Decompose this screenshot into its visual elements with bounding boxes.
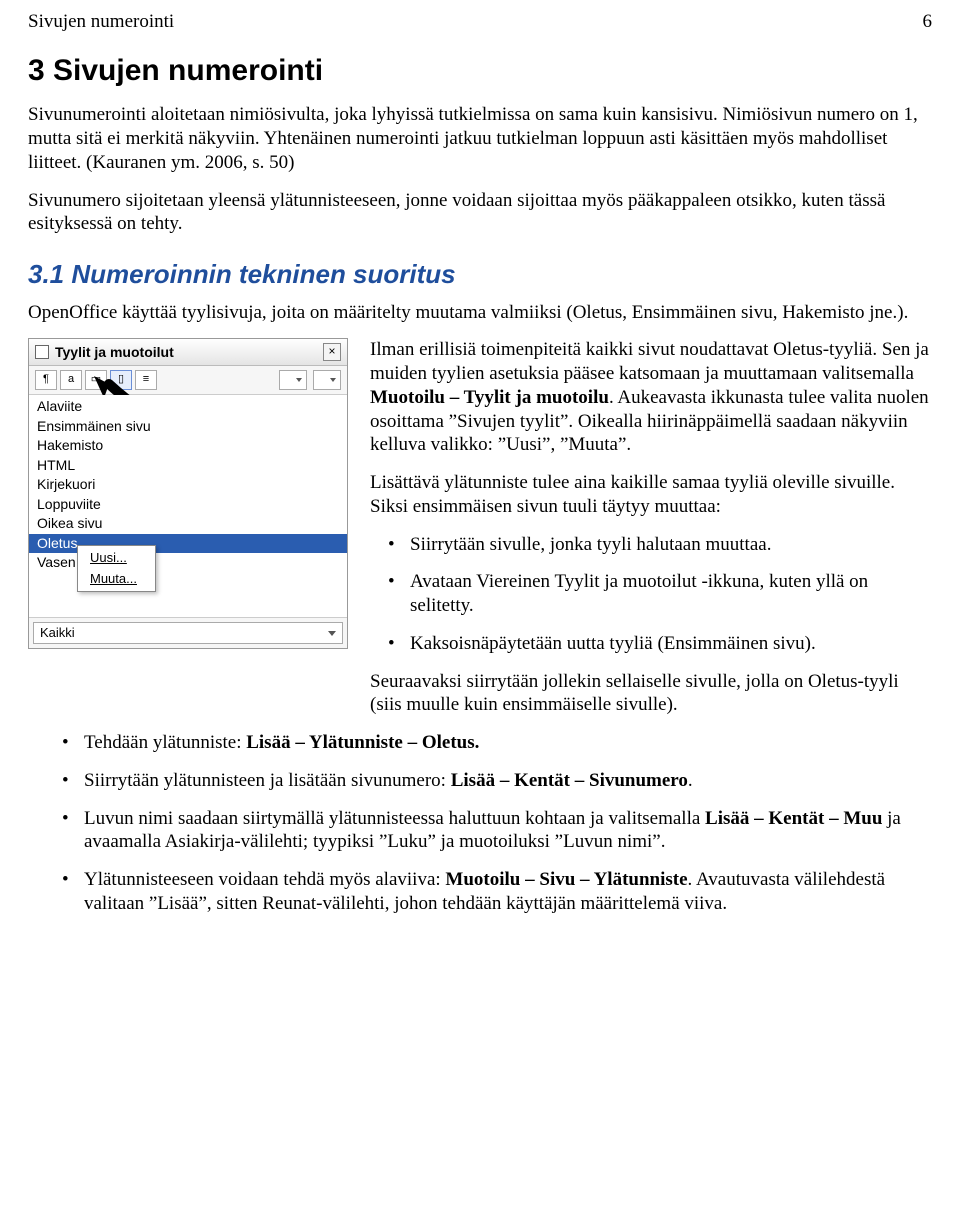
palette-title: Tyylit ja muotoilut bbox=[55, 344, 174, 362]
char-styles-icon[interactable]: a bbox=[60, 370, 82, 390]
list-item: Ylätunnisteeseen voidaan tehdä myös alav… bbox=[84, 868, 932, 916]
body-paragraph: Lisättävä ylätunniste tulee aina kaikill… bbox=[370, 471, 932, 519]
filter-select-value: Kaikki bbox=[40, 625, 75, 641]
heading-1: 3 Sivujen numerointi bbox=[28, 52, 932, 90]
header-section: Sivujen numerointi bbox=[28, 10, 174, 34]
styles-palette-figure: Tyylit ja muotoilut × ¶ a ▭ ▯ ≡ Alaviite bbox=[28, 338, 348, 649]
list-item[interactable]: Kirjekuori bbox=[29, 475, 347, 495]
page-header: Sivujen numerointi 6 bbox=[28, 10, 932, 34]
close-icon[interactable]: × bbox=[323, 343, 341, 361]
body-paragraph: Seuraavaksi siirrytään jollekin sellaise… bbox=[370, 670, 932, 718]
menu-item-modify[interactable]: Muuta... bbox=[78, 569, 155, 589]
pin-icon bbox=[35, 345, 49, 359]
list-item: Luvun nimi saadaan siirtymällä ylätunnis… bbox=[84, 807, 932, 855]
body-paragraph: Sivunumero sijoitetaan yleensä ylätunnis… bbox=[28, 189, 932, 237]
palette-footer: Kaikki bbox=[29, 617, 347, 648]
frame-styles-icon[interactable]: ▭ bbox=[85, 370, 107, 390]
menu-item-new[interactable]: Uusi... bbox=[78, 548, 155, 568]
filter-select[interactable]: Kaikki bbox=[33, 622, 343, 644]
bold-menu-path: Muotoilu – Sivu – Ylätunniste bbox=[445, 869, 687, 890]
palette-toolbar: ¶ a ▭ ▯ ≡ bbox=[29, 366, 347, 395]
list-item[interactable]: Oikea sivu bbox=[29, 514, 347, 534]
style-list: Alaviite Ensimmäinen sivu Hakemisto HTML… bbox=[29, 395, 347, 617]
list-item[interactable]: Alaviite bbox=[29, 397, 347, 417]
list-item: Avataan Viereinen Tyylit ja muotoilut -i… bbox=[410, 570, 932, 618]
list-item: Siirrytään sivulle, jonka tyyli halutaan… bbox=[410, 533, 932, 557]
heading-2: 3.1 Numeroinnin tekninen suoritus bbox=[28, 258, 932, 291]
body-paragraph: Ilman erillisiä toimenpiteitä kaikki siv… bbox=[370, 338, 932, 457]
new-style-dropdown-icon[interactable] bbox=[313, 370, 341, 390]
page-styles-icon[interactable]: ▯ bbox=[110, 370, 132, 390]
fill-format-icon[interactable] bbox=[279, 370, 307, 390]
list-item: Siirrytään ylätunnisteen ja lisätään siv… bbox=[84, 769, 932, 793]
list-item[interactable]: Hakemisto bbox=[29, 436, 347, 456]
list-item[interactable]: Loppuviite bbox=[29, 495, 347, 515]
list-item[interactable]: HTML bbox=[29, 456, 347, 476]
bold-menu-path: Lisää – Kentät – Sivunumero bbox=[451, 770, 688, 791]
list-item: Kaksoisnäpäytetään uutta tyyliä (Ensimmä… bbox=[410, 632, 932, 656]
body-paragraph: OpenOffice käyttää tyylisivuja, joita on… bbox=[28, 301, 932, 325]
list-item: Tehdään ylätunniste: Lisää – Ylätunniste… bbox=[84, 731, 932, 755]
bold-menu-path: Lisää – Ylätunniste – Oletus. bbox=[246, 732, 479, 753]
right-column: Ilman erillisiä toimenpiteitä kaikki siv… bbox=[370, 338, 932, 731]
bold-menu-path: Lisää – Kentät – Muu bbox=[705, 808, 882, 829]
bold-menu-path: Muotoilu – Tyylit ja muotoilu bbox=[370, 387, 609, 408]
body-paragraph: Sivunumerointi aloitetaan nimiösivulta, … bbox=[28, 103, 932, 174]
context-menu: Uusi... Muuta... bbox=[77, 545, 156, 592]
bottom-list: Tehdään ylätunniste: Lisää – Ylätunniste… bbox=[28, 731, 932, 916]
steps-list: Siirrytään sivulle, jonka tyyli halutaan… bbox=[370, 533, 932, 656]
list-item[interactable]: Ensimmäinen sivu bbox=[29, 417, 347, 437]
list-styles-icon[interactable]: ≡ bbox=[135, 370, 157, 390]
paragraph-styles-icon[interactable]: ¶ bbox=[35, 370, 57, 390]
header-page-number: 6 bbox=[923, 10, 933, 34]
palette-titlebar: Tyylit ja muotoilut × bbox=[29, 339, 347, 366]
